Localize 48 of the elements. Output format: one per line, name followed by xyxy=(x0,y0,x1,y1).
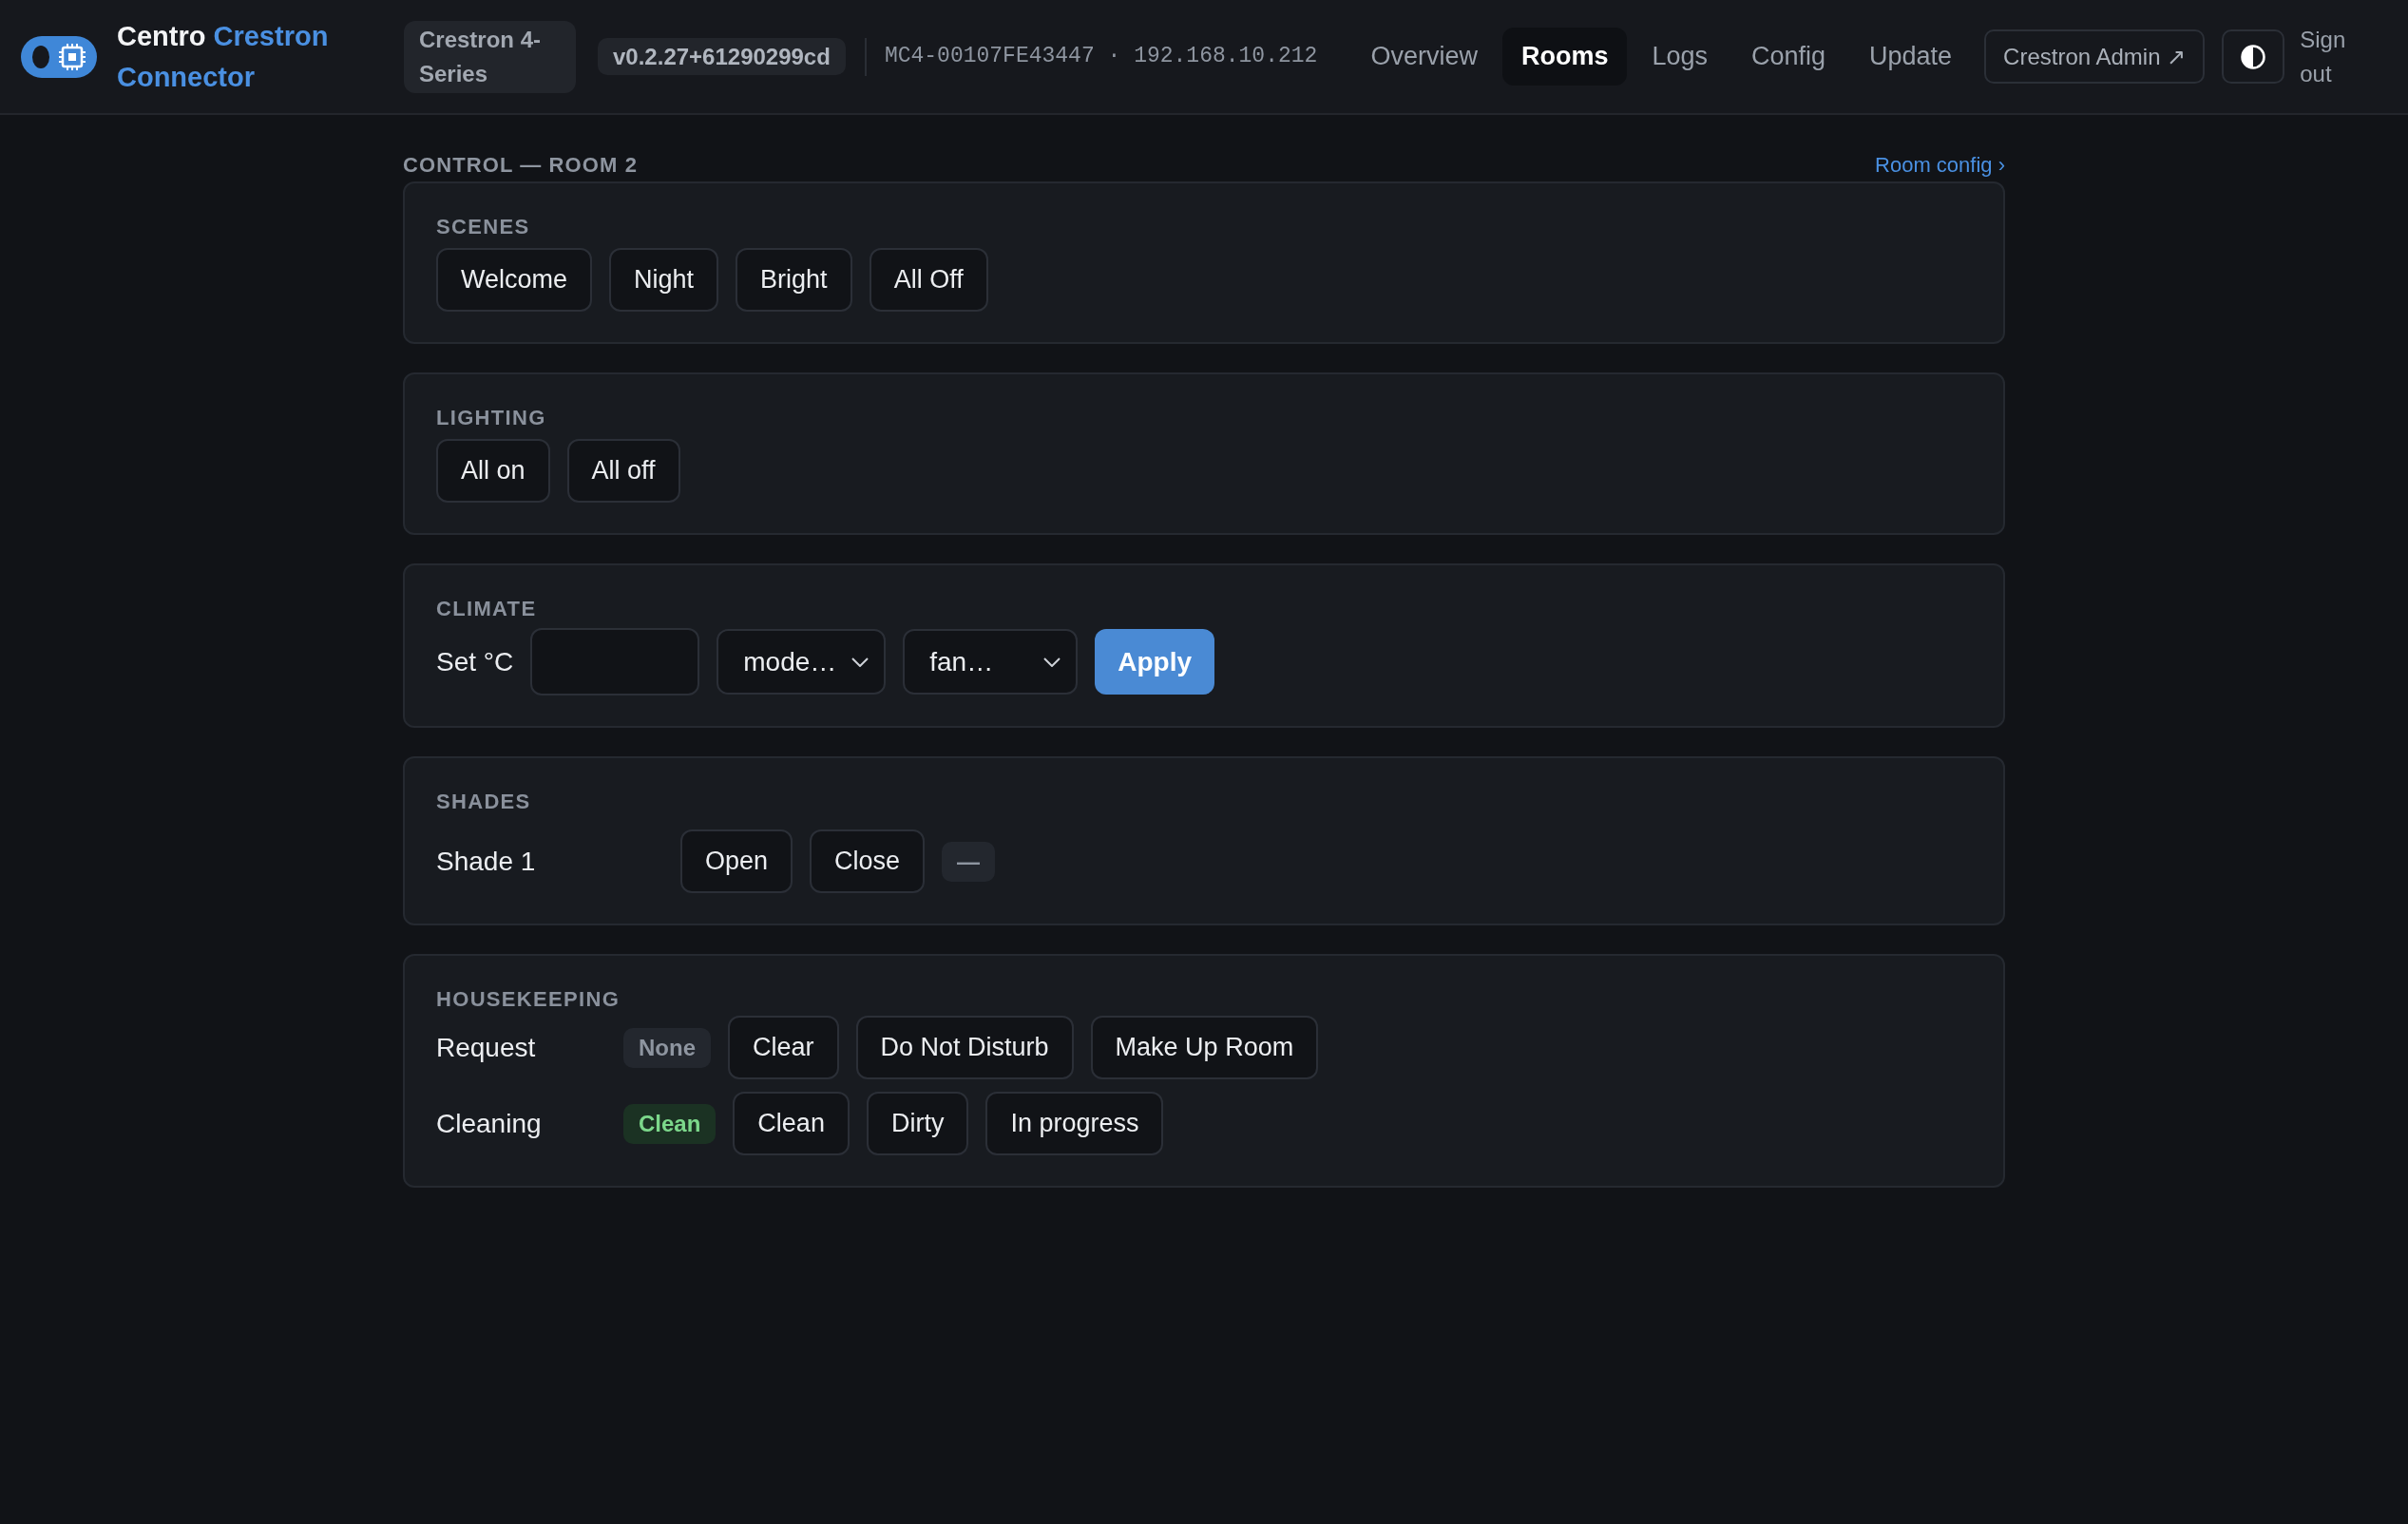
platform-badge: Crestron 4-Series xyxy=(404,20,576,93)
input-field[interactable] xyxy=(530,628,700,695)
action-button[interactable]: All off xyxy=(566,439,680,503)
nav-tab[interactable]: Config xyxy=(1732,28,1845,86)
chevron-down-icon xyxy=(851,657,870,667)
contrast-icon xyxy=(2241,44,2266,69)
app-logo-icon xyxy=(21,35,97,78)
status-badge: Clean xyxy=(623,1103,717,1144)
scene-button[interactable]: Welcome xyxy=(436,248,593,312)
shade-button[interactable]: Open xyxy=(680,829,793,893)
scene-button[interactable]: Night xyxy=(609,248,719,312)
chevron-down-icon xyxy=(1043,657,1061,667)
section-heading: SHADES xyxy=(436,791,531,813)
row-label: Shade 1 xyxy=(436,846,536,876)
row-label: Request xyxy=(436,1032,536,1062)
housekeeping-button[interactable]: Clean xyxy=(733,1092,850,1155)
room-config-link[interactable]: Room config › xyxy=(1875,153,2005,178)
housekeeping-button[interactable]: In progress xyxy=(985,1092,1164,1155)
apply-button[interactable]: Apply xyxy=(1095,629,1214,695)
shade-button[interactable]: Close xyxy=(810,829,926,893)
section-heading: LIGHTING xyxy=(436,407,546,429)
nav-tab[interactable]: Overview xyxy=(1351,28,1497,86)
housekeeping-button[interactable]: Do Not Disturb xyxy=(855,1016,1074,1079)
section-heading: HOUSEKEEPING xyxy=(436,988,621,1011)
device-info: MC4-00107FE43447 · 192.168.10.212 xyxy=(884,43,1318,71)
nav-tab[interactable]: Rooms xyxy=(1501,28,1628,86)
admin-link[interactable]: Crestron Admin ↗ xyxy=(1984,29,2206,84)
scene-button[interactable]: All Off xyxy=(869,248,988,312)
row-label: Set °C xyxy=(436,645,514,678)
app-title: Centro Crestron Connector xyxy=(117,19,330,94)
housekeeping-button[interactable]: Make Up Room xyxy=(1090,1016,1319,1079)
status-badge: None xyxy=(623,1027,711,1068)
nav-tab[interactable]: Update xyxy=(1850,28,1972,86)
row-label: Cleaning xyxy=(436,1108,542,1138)
housekeeping-button[interactable]: Dirty xyxy=(866,1092,969,1155)
housekeeping-button[interactable]: Clear xyxy=(728,1016,839,1079)
status-badge: — xyxy=(942,841,996,882)
nav-tab[interactable]: Logs xyxy=(1633,28,1727,86)
page-title: CONTROL — ROOM 2 xyxy=(403,153,638,178)
action-button[interactable]: All on xyxy=(436,439,550,503)
version-badge: v0.2.27+61290299cd xyxy=(598,38,846,75)
section-heading: CLIMATE xyxy=(436,598,537,620)
section-heading: SCENES xyxy=(436,216,530,238)
dropdown-select[interactable]: mode… xyxy=(717,629,887,695)
scene-button[interactable]: Bright xyxy=(736,248,852,312)
sign-out-button[interactable]: Sign out xyxy=(2300,22,2356,91)
dropdown-select[interactable]: fan… xyxy=(903,629,1079,695)
theme-toggle-button[interactable] xyxy=(2222,29,2285,84)
